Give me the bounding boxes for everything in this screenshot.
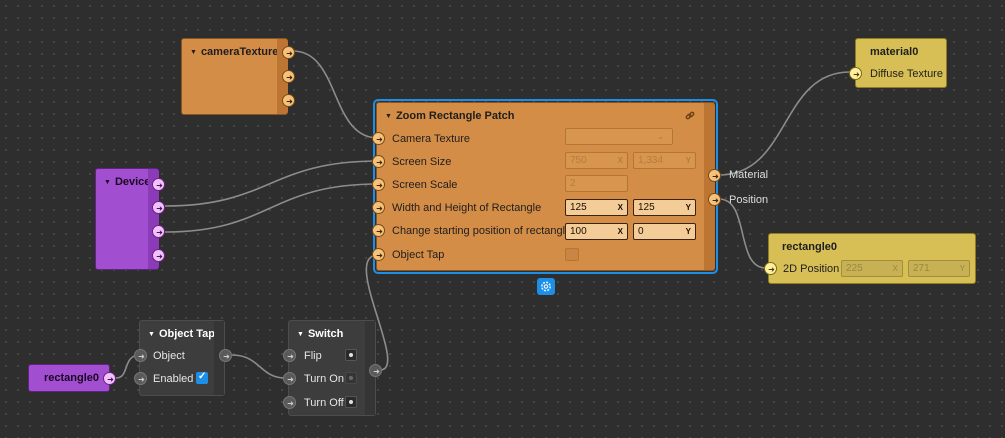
wire-device-screen-size bbox=[164, 160, 379, 207]
flip-input-port[interactable] bbox=[283, 349, 297, 363]
wire-device-screen-scale bbox=[164, 183, 379, 233]
object-tap-title: Object Tap bbox=[158, 328, 215, 340]
rectangle-output-title: rectangle0 bbox=[782, 241, 838, 253]
start-position-label: Change starting position of rectangle bbox=[392, 225, 572, 237]
chevron-down-icon: ⌄ bbox=[657, 132, 664, 141]
rectangle-source-node[interactable]: rectangle0 bbox=[28, 364, 117, 392]
width-height-input-port[interactable] bbox=[372, 201, 386, 215]
object-input-port[interactable] bbox=[134, 349, 148, 363]
screen-scale-input-port[interactable] bbox=[372, 178, 386, 192]
screen-size-y-field[interactable]: 1,334 Y bbox=[633, 152, 696, 169]
camera-texture-label: Camera Texture bbox=[392, 133, 471, 145]
start-position-input-port[interactable] bbox=[372, 224, 386, 238]
start-y-field[interactable]: 0Y bbox=[633, 223, 696, 240]
object-tap-input-port[interactable] bbox=[372, 248, 386, 262]
dot-icon bbox=[349, 353, 353, 357]
material-output-port[interactable] bbox=[708, 169, 722, 183]
2d-position-y-field[interactable]: 271 Y bbox=[908, 260, 970, 277]
rectangle-output-node[interactable]: rectangle0 2D Position 225X 271Y bbox=[764, 233, 976, 284]
material-node[interactable]: material0 Diffuse Texture bbox=[849, 38, 947, 88]
device-node[interactable]: ▼ Device bbox=[95, 168, 166, 270]
object-tap-label: Object Tap bbox=[392, 249, 445, 261]
link-icon[interactable] bbox=[685, 111, 695, 121]
triangle-down-icon[interactable]: ▼ bbox=[148, 331, 155, 338]
screen-size-label: Screen Size bbox=[392, 156, 452, 168]
camera-texture-dropdown[interactable]: ⌄ bbox=[565, 128, 673, 145]
camera-texture-output-port-3[interactable] bbox=[282, 94, 296, 108]
wire-objecttap-to-switch bbox=[231, 354, 286, 379]
turn-on-label: Turn On bbox=[304, 373, 344, 385]
rectangle-source-output-port[interactable] bbox=[103, 372, 117, 386]
screen-size-input-port[interactable] bbox=[372, 155, 386, 169]
turn-off-pulse-button[interactable] bbox=[345, 396, 357, 408]
switch-node[interactable]: ▼Switch Flip Turn On Turn Off bbox=[283, 320, 383, 416]
wire-position-out bbox=[718, 198, 767, 269]
rectangle-source-title: rectangle0 bbox=[44, 372, 100, 384]
material-output-label: Material bbox=[729, 169, 769, 181]
enabled-checkbox[interactable]: ✓ bbox=[196, 371, 208, 384]
switch-output-port[interactable] bbox=[369, 364, 383, 378]
flip-label: Flip bbox=[304, 350, 322, 362]
camera-texture-node[interactable]: ▼ cameraTexture0 bbox=[181, 38, 296, 115]
turn-on-input-port[interactable] bbox=[283, 372, 297, 386]
height-field[interactable]: 125 Y bbox=[633, 199, 696, 216]
object-tap-pulse-placeholder bbox=[565, 248, 579, 261]
checkmark-icon: ✓ bbox=[198, 371, 207, 382]
device-title: Device bbox=[114, 176, 151, 188]
camera-texture-input-port[interactable] bbox=[372, 132, 386, 146]
wire-camera-to-patch bbox=[292, 50, 379, 139]
device-output-port-2[interactable] bbox=[152, 201, 166, 215]
flip-pulse-button[interactable] bbox=[345, 349, 357, 361]
material-title: material0 bbox=[870, 46, 919, 58]
2d-position-x-field[interactable]: 225 X bbox=[841, 260, 903, 277]
2d-position-label: 2D Position bbox=[783, 263, 840, 275]
switch-title: Switch bbox=[307, 328, 344, 340]
triangle-down-icon[interactable]: ▼ bbox=[190, 49, 197, 56]
screen-size-x-field[interactable]: 750 X bbox=[565, 152, 628, 169]
width-height-label: Width and Height of Rectangle bbox=[392, 202, 542, 214]
triangle-down-icon[interactable]: ▼ bbox=[104, 179, 111, 186]
wire-material-out bbox=[718, 71, 851, 176]
patch-settings-button[interactable] bbox=[537, 278, 555, 295]
device-output-port-3[interactable] bbox=[152, 225, 166, 239]
screen-scale-label: Screen Scale bbox=[392, 179, 458, 191]
turn-off-label: Turn Off bbox=[304, 397, 344, 409]
enabled-label: Enabled bbox=[153, 373, 194, 385]
width-field[interactable]: 125 X bbox=[565, 199, 628, 216]
2d-position-input-port[interactable] bbox=[764, 262, 778, 276]
dot-icon bbox=[349, 376, 353, 380]
object-label: Object bbox=[153, 350, 185, 362]
patch-title: Zoom Rectangle Patch bbox=[395, 110, 515, 122]
enabled-input-port[interactable] bbox=[134, 372, 148, 386]
diffuse-texture-label: Diffuse Texture bbox=[870, 68, 943, 80]
triangle-down-icon[interactable]: ▼ bbox=[297, 331, 304, 338]
position-output-label: Position bbox=[729, 194, 769, 206]
dot-icon bbox=[349, 400, 353, 404]
object-tap-node[interactable]: ▼Object Tap Object Enabled ✓ bbox=[134, 320, 233, 396]
triangle-down-icon[interactable]: ▼ bbox=[385, 113, 392, 120]
start-x-field[interactable]: 100 X bbox=[565, 223, 628, 240]
turn-on-pulse-button[interactable] bbox=[345, 372, 357, 384]
gear-icon bbox=[541, 281, 551, 292]
diffuse-texture-input-port[interactable] bbox=[849, 67, 863, 81]
device-output-port-1[interactable] bbox=[152, 178, 166, 192]
camera-texture-title: cameraTexture0 bbox=[200, 46, 285, 58]
object-tap-output-port[interactable] bbox=[219, 349, 233, 363]
position-output-port[interactable] bbox=[708, 193, 722, 207]
screen-scale-field[interactable]: 2 bbox=[565, 175, 628, 192]
camera-texture-output-port-1[interactable] bbox=[282, 46, 296, 60]
camera-texture-output-port-2[interactable] bbox=[282, 70, 296, 84]
device-output-port-4[interactable] bbox=[152, 249, 166, 263]
turn-off-input-port[interactable] bbox=[283, 396, 297, 410]
zoom-rectangle-patch-node[interactable]: ▼Zoom Rectangle Patch Camera Texture ⌄ S… bbox=[372, 102, 722, 271]
